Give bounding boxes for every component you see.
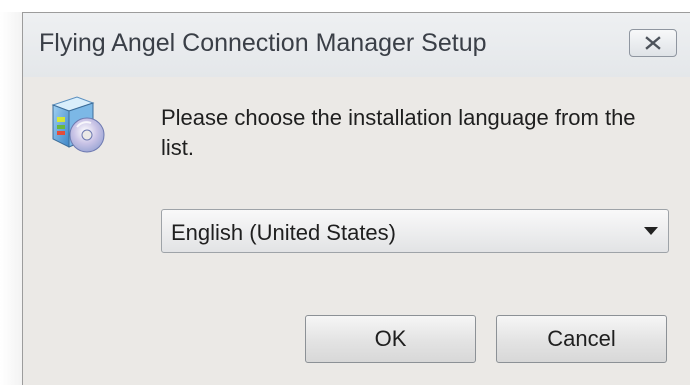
language-select[interactable]: English (United States) [161, 209, 669, 253]
instruction-text: Please choose the installation language … [161, 105, 636, 160]
close-button[interactable] [629, 29, 677, 57]
window-title: Flying Angel Connection Manager Setup [39, 29, 487, 57]
screen: Flying Angel Connection Manager Setup Pl… [0, 0, 690, 385]
setup-dialog: Flying Angel Connection Manager Setup Pl… [22, 12, 690, 385]
title-bar[interactable]: Flying Angel Connection Manager Setup [23, 13, 690, 78]
ok-button[interactable]: OK [305, 315, 476, 363]
installer-cd-icon [47, 91, 107, 155]
cancel-button[interactable]: Cancel [496, 315, 667, 363]
chevron-down-icon[interactable] [644, 227, 658, 235]
dialog-body: Please choose the installation language … [23, 77, 690, 385]
close-icon [645, 36, 661, 50]
language-select-value: English (United States) [171, 220, 396, 245]
desktop-edge [0, 12, 22, 385]
